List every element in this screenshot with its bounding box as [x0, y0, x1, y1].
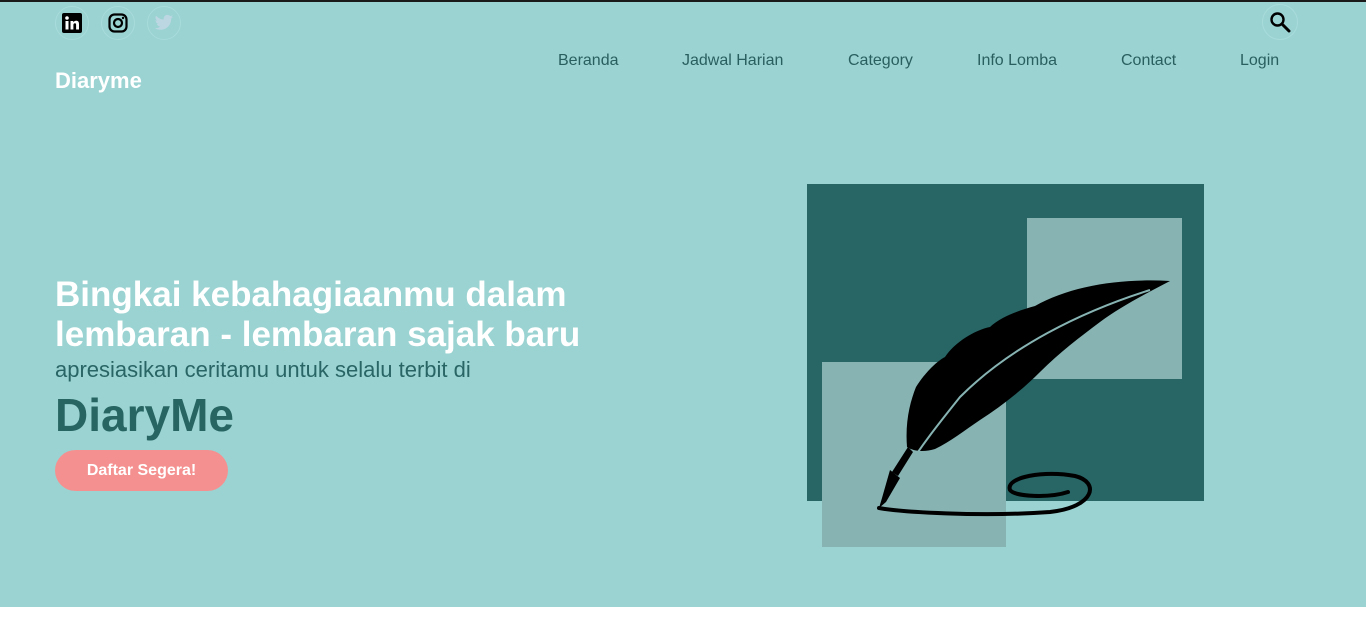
hero-section: Diaryme Beranda Jadwal Harian Category I… [0, 0, 1366, 607]
hero-illustration [807, 184, 1204, 547]
